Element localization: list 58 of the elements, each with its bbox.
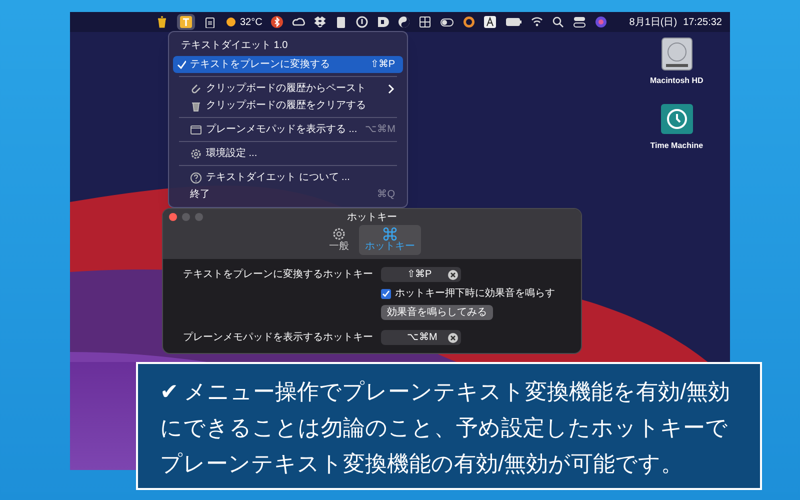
menu-item[interactable]: 環境設定 ...	[173, 145, 403, 162]
menu-item[interactable]: テキストをプレーンに変換する ⇧⌘P	[173, 56, 403, 73]
paperclip-icon	[190, 82, 202, 94]
play-sound-button[interactable]: 効果音を鳴らしてみる	[381, 305, 493, 320]
temperature-text: 32°C	[240, 16, 262, 30]
yin-yang-icon[interactable]	[398, 16, 410, 28]
siri-icon[interactable]	[595, 16, 608, 28]
d-icon[interactable]	[377, 16, 390, 28]
field-label: テキストをプレーンに変換するホットキー	[183, 269, 373, 280]
wifi-icon[interactable]	[531, 16, 544, 28]
hotkey-field[interactable]: ⌥⌘M	[381, 330, 461, 345]
box-icon[interactable]	[314, 16, 326, 28]
checkbox-label: ホットキー押下時に効果音を鳴らす	[395, 286, 555, 301]
window-title: ホットキー	[347, 210, 397, 224]
close-button[interactable]	[169, 213, 177, 221]
bluetooth-icon[interactable]	[271, 16, 284, 28]
checkbox[interactable]	[381, 288, 391, 298]
menu-item[interactable]: プレーンメモパッドを表示する ... ⌥⌘M	[173, 121, 403, 138]
target-icon[interactable]	[463, 16, 476, 28]
menu-item[interactable]: テキストダイエット について ...	[173, 169, 403, 186]
clear-icon[interactable]	[448, 270, 458, 280]
keyboard-input-icon[interactable]	[484, 16, 496, 28]
battery-icon[interactable]	[505, 16, 522, 28]
shortcut-text: ⌥⌘M	[365, 123, 396, 137]
icon-label: Macintosh HD	[650, 75, 704, 87]
icon-label: Time Machine	[650, 140, 704, 152]
toggle-icon[interactable]	[440, 16, 454, 28]
field-label: プレーンメモパッドを表示するホットキー	[183, 332, 373, 343]
date-text: 8月1日(日)	[629, 16, 678, 30]
command-icon	[383, 227, 397, 241]
sun-icon[interactable]	[225, 16, 237, 28]
toolbar-tab[interactable]: 一般	[323, 225, 355, 255]
gear-icon	[332, 227, 346, 241]
checkmark-icon	[177, 60, 186, 69]
menu-item[interactable]: クリップボードの履歴からペースト	[173, 80, 403, 97]
help-icon	[190, 172, 202, 184]
clock-text: 17:25:32	[683, 16, 722, 30]
gear-icon	[190, 148, 202, 160]
control-center-icon[interactable]	[573, 16, 586, 28]
clear-icon[interactable]	[448, 332, 458, 342]
app-icon[interactable]	[180, 16, 192, 28]
power-icon[interactable]	[356, 16, 368, 28]
window-icon	[190, 124, 202, 136]
menu-item[interactable]: クリップボードの履歴をクリアする	[173, 97, 403, 114]
caption-text: プレーンテキスト変換機能の有効/無効が可能です。	[160, 450, 684, 478]
trash-icon[interactable]	[156, 16, 168, 28]
caption-text: ✔ メニュー操作でプレーンテキスト変換機能を有効/無効	[160, 378, 732, 406]
menu-title: テキストダイエット 1.0	[180, 39, 289, 53]
cloud-icon[interactable]	[292, 16, 306, 28]
hotkey-field[interactable]: ⇧⌘P	[381, 267, 461, 282]
caption-text: にできることは勿論のこと、予め設定したホットキーで	[160, 414, 729, 442]
chevron-icon	[387, 84, 395, 94]
trash-icon	[190, 100, 202, 112]
search-icon[interactable]	[552, 16, 564, 28]
grid-icon[interactable]	[419, 16, 432, 28]
menu-item[interactable]: 終了 ⌘Q	[173, 186, 403, 203]
shortcut-text: ⇧⌘P	[370, 58, 396, 72]
shortcut-text: ⌘Q	[377, 188, 396, 202]
